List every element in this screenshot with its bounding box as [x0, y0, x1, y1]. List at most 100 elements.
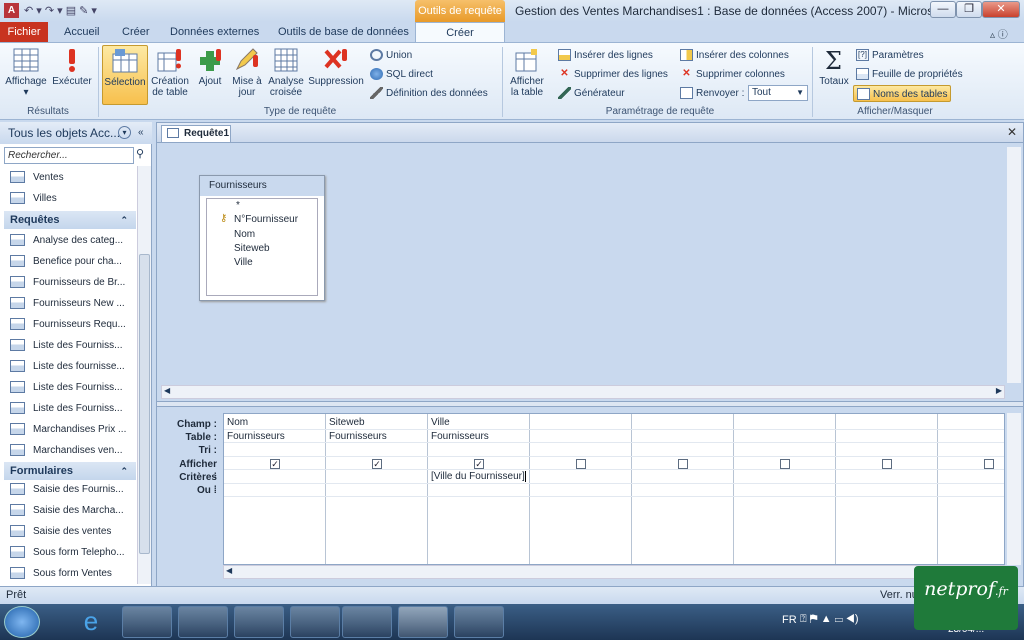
grid-cell-criteres[interactable]: [Ville du Fournisseur] [431, 471, 526, 482]
nav-requetes-item[interactable]: Fournisseurs de Br... [4, 273, 136, 293]
totaux-button[interactable]: Σ Totaux [816, 45, 852, 105]
nav-formulaires-item[interactable]: Saisie des ventes [4, 522, 136, 542]
nav-requetes-item[interactable]: Liste des Fourniss... [4, 336, 136, 356]
noms-tables-button[interactable]: Noms des tables [853, 85, 952, 102]
taskbar-app-icon[interactable] [234, 606, 284, 638]
afficher-checkbox[interactable] [576, 458, 586, 469]
parametres-button[interactable]: [?] Paramètres [856, 47, 924, 64]
minimize-button[interactable]: — [930, 1, 956, 18]
creation-table-button[interactable]: Création de table [150, 45, 190, 105]
inserer-lignes-button[interactable]: Insérer des lignes [558, 47, 653, 64]
afficher-table-button[interactable]: Afficher la table [506, 45, 548, 105]
affichage-button[interactable]: Affichage ▾ [4, 45, 48, 105]
nav-requetes-item[interactable]: Analyse des categ... [4, 231, 136, 251]
grid-cell-table[interactable]: Fournisseurs [329, 431, 387, 442]
field-item[interactable]: Nom [234, 229, 255, 240]
maximize-button[interactable]: ❐ [956, 1, 982, 18]
upper-vscrollbar[interactable] [1007, 147, 1021, 383]
generateur-button[interactable]: Générateur [558, 85, 625, 102]
field-item[interactable]: * [236, 200, 240, 211]
scrollbar-thumb[interactable] [139, 254, 150, 554]
field-item[interactable]: N°Fournisseur [234, 214, 298, 225]
nav-requetes-item[interactable]: Liste des fournisse... [4, 357, 136, 377]
tab-accueil[interactable]: Accueil [56, 22, 107, 42]
feuille-proprietes-button[interactable]: Feuille de propriétés [856, 66, 963, 83]
taskbar-folder-icon[interactable] [290, 606, 340, 638]
quick-access-toolbar[interactable]: ↶ ▾ ↷ ▾ ▤ ✎ ▾ [24, 4, 97, 17]
close-button[interactable]: ✕ [982, 1, 1020, 18]
grid-vscrollbar[interactable] [1007, 413, 1021, 565]
inserer-colonnes-button[interactable]: Insérer des colonnes [680, 47, 789, 64]
access-logo-icon[interactable]: A [4, 3, 19, 18]
nav-formulaires-item[interactable]: Sous form Telepho... [4, 543, 136, 563]
scroll-left-icon[interactable]: ◀ [226, 566, 232, 575]
grid-cell-table[interactable]: Fournisseurs [431, 431, 489, 442]
nav-section-requetes[interactable]: Requêtes ⌃ [4, 211, 136, 229]
grid-cell-champ[interactable]: Ville [431, 417, 450, 428]
grid-hscrollbar[interactable]: ◀ [223, 565, 1005, 579]
help-icon[interactable]: ▵ ⓘ [990, 26, 1008, 41]
tab-creer-requete[interactable]: Créer [415, 22, 505, 42]
mise-a-jour-button[interactable]: Mise à jour [230, 45, 264, 105]
grid-cell-champ[interactable]: Siteweb [329, 417, 365, 428]
nav-header[interactable]: Tous les objets Acc... ▾ « [0, 122, 152, 144]
field-item[interactable]: Siteweb [234, 243, 270, 254]
definition-donnees-button[interactable]: Définition des données [370, 85, 488, 102]
nav-formulaires-item[interactable]: Saisie des Marcha... [4, 501, 136, 521]
chevron-down-icon[interactable]: ▾ [118, 126, 131, 139]
taskbar-access-icon[interactable] [398, 606, 448, 638]
tray-icons[interactable]: ⍰ ⚑ ▲ ▭ ◀) [800, 613, 859, 626]
nav-formulaires-item[interactable]: Sous form Ventes [4, 564, 136, 584]
upper-hscrollbar[interactable]: ◀ ▶ [161, 385, 1005, 399]
ajout-button[interactable]: Ajout [194, 45, 226, 105]
afficher-checkbox[interactable] [984, 458, 994, 469]
supprimer-lignes-button[interactable]: ✕ Supprimer des lignes [558, 66, 668, 83]
executer-button[interactable]: Exécuter [50, 45, 94, 105]
union-button[interactable]: Union [370, 47, 412, 64]
query-design-grid[interactable]: Nom Fournisseurs ✓ Siteweb Fournisseurs ✓ Vill… [223, 413, 1005, 565]
taskbar-powerpoint-icon[interactable] [342, 606, 392, 638]
afficher-checkbox[interactable] [678, 458, 688, 469]
taskbar-explorer-icon[interactable] [122, 606, 172, 638]
analyse-croisee-button[interactable]: Analyse croisée [266, 45, 306, 105]
tab-donnees-externes[interactable]: Données externes [162, 22, 267, 42]
language-indicator[interactable]: FR [782, 614, 797, 626]
renvoyer-dropdown[interactable]: Tout ▼ [748, 85, 808, 101]
nav-table-item[interactable]: Ventes [4, 168, 136, 188]
start-button[interactable] [4, 606, 40, 638]
field-item[interactable]: Ville [234, 257, 253, 268]
afficher-checkbox[interactable]: ✓ [270, 458, 280, 469]
grid-cell-table[interactable]: Fournisseurs [227, 431, 285, 442]
nav-requetes-item[interactable]: Marchandises ven... [4, 441, 136, 461]
afficher-checkbox[interactable]: ✓ [474, 458, 484, 469]
nav-requetes-item[interactable]: Benefice pour cha... [4, 252, 136, 272]
collapse-pane-icon[interactable]: « [138, 122, 144, 144]
nav-requetes-item[interactable]: Liste des Fourniss... [4, 378, 136, 398]
afficher-checkbox[interactable] [780, 458, 790, 469]
afficher-checkbox[interactable] [882, 458, 892, 469]
scroll-left-icon[interactable]: ◀ [164, 386, 170, 395]
tab-creer[interactable]: Créer [114, 22, 158, 42]
nav-scrollbar[interactable] [137, 166, 151, 584]
nav-search-input[interactable]: Rechercher... [4, 147, 134, 164]
suppression-button[interactable]: Suppression [306, 45, 366, 105]
close-icon[interactable]: ✕ [1007, 125, 1017, 139]
tab-outils-bdd[interactable]: Outils de base de données [270, 22, 417, 42]
search-icon[interactable]: ⚲ [136, 147, 144, 160]
selection-button[interactable]: Sélection [102, 45, 148, 105]
afficher-checkbox[interactable]: ✓ [372, 458, 382, 469]
grid-cell-champ[interactable]: Nom [227, 417, 248, 428]
nav-requetes-item[interactable]: Liste des Fourniss... [4, 399, 136, 419]
supprimer-colonnes-button[interactable]: ✕ Supprimer colonnes [680, 66, 785, 83]
taskbar-ie-icon[interactable]: e [66, 606, 116, 638]
nav-formulaires-item[interactable]: Saisie des Fournis... [4, 480, 136, 500]
taskbar-chrome-icon[interactable] [454, 606, 504, 638]
field-list-fournisseurs[interactable]: Fournisseurs * ⚷ N°Fournisseur Nom Sitew… [199, 175, 325, 301]
sql-direct-button[interactable]: SQL direct [370, 66, 433, 83]
nav-requetes-item[interactable]: Fournisseurs Requ... [4, 315, 136, 335]
tab-fichier[interactable]: Fichier [0, 22, 48, 42]
scroll-right-icon[interactable]: ▶ [996, 386, 1002, 395]
nav-table-item[interactable]: Villes [4, 189, 136, 209]
nav-requetes-item[interactable]: Marchandises Prix ... [4, 420, 136, 440]
taskbar-media-icon[interactable] [178, 606, 228, 638]
